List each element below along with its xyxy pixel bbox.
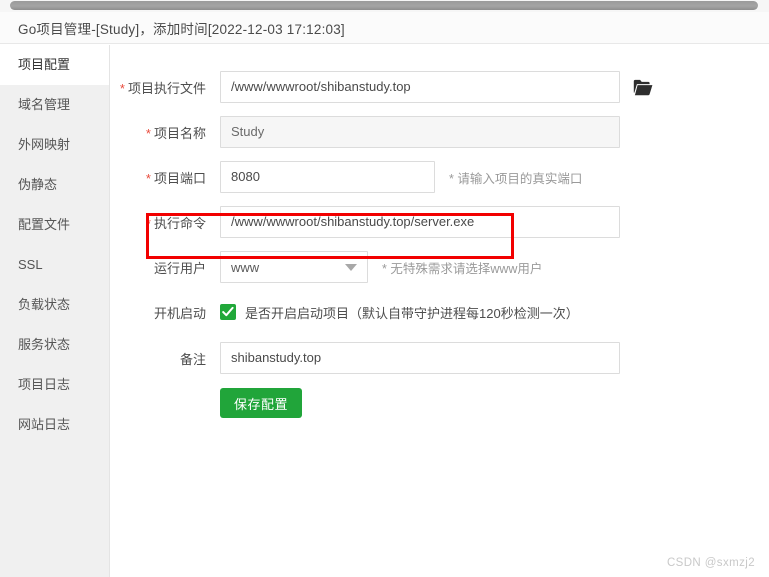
- project-name-input[interactable]: [220, 116, 620, 148]
- sidebar-item-pseudo-static[interactable]: 伪静态: [0, 165, 109, 205]
- sidebar-item-domain-manage[interactable]: 域名管理: [0, 85, 109, 125]
- label-exec-file: * 项目执行文件: [110, 78, 220, 97]
- form-row-project-port: *项目端口 * 请输入项目的真实端口: [110, 161, 769, 193]
- sidebar-item-service-status[interactable]: 服务状态: [0, 325, 109, 365]
- required-asterisk: *: [119, 80, 125, 96]
- remark-input[interactable]: [220, 342, 620, 374]
- label-project-name: * 项目名称: [110, 123, 220, 142]
- form-row-boot-start: 开机启动 是否开启启动项目（默认自带守护进程每120秒检测一次）: [110, 296, 769, 328]
- sidebar-item-ssl[interactable]: SSL: [0, 245, 109, 285]
- save-config-button[interactable]: 保存配置: [220, 388, 303, 418]
- label-remark: 备注: [110, 349, 220, 368]
- folder-icon[interactable]: [632, 76, 654, 98]
- boot-start-checkbox-label: 是否开启启动项目（默认自带守护进程每120秒检测一次）: [245, 305, 579, 321]
- sidebar-item-project-log[interactable]: 项目日志: [0, 365, 109, 405]
- sidebar-nav: 项目配置 域名管理 外网映射 伪静态 配置文件 SSL 负载状态 服务状态 项目…: [0, 45, 110, 577]
- scrollbar-thumb[interactable]: [10, 1, 758, 10]
- boot-start-checkbox[interactable]: [220, 304, 236, 320]
- sidebar-item-label: 项目日志: [18, 377, 71, 392]
- label-text: 项目名称: [153, 125, 206, 141]
- watermark: CSDN @sxmzj2: [666, 557, 755, 569]
- sidebar-item-project-config[interactable]: 项目配置: [0, 45, 109, 85]
- form-row-remark: 备注: [110, 342, 769, 374]
- sidebar-item-label: 域名管理: [18, 97, 71, 112]
- label-project-port: * 项目端口: [110, 168, 220, 187]
- sidebar-item-label: 负载状态: [18, 297, 71, 312]
- project-config-form: *项目执行文件 *项目名称 *项: [110, 45, 769, 577]
- sidebar-item-label: 服务状态: [18, 337, 71, 352]
- form-row-save: 保存配置: [110, 387, 769, 419]
- window-title: Go项目管理-[Study]，添加时间[2022-12-03 17:12:03]: [18, 21, 345, 37]
- form-row-exec-command: * 执行命令: [110, 206, 769, 238]
- sidebar-item-website-log[interactable]: 网站日志: [0, 405, 109, 445]
- sidebar-item-label: 外网映射: [18, 137, 71, 152]
- required-asterisk: *: [145, 215, 151, 231]
- label-exec-command: * 执行命令: [110, 213, 220, 232]
- app-window: Go项目管理-[Study]，添加时间[2022-12-03 17:12:03]…: [0, 0, 769, 577]
- form-row-project-name: * 项目名称: [110, 116, 769, 148]
- form-row-run-user: 运行用户 www root * 无特殊需求请选择www用户: [110, 251, 769, 283]
- sidebar-item-label: 网站日志: [18, 417, 71, 432]
- label-text: 执行命令: [153, 215, 206, 231]
- label-text: 开机启动: [153, 305, 206, 321]
- required-asterisk: *: [145, 125, 151, 141]
- sidebar-item-label: SSL: [18, 257, 43, 272]
- required-asterisk: *: [145, 170, 151, 186]
- sidebar-item-load-status[interactable]: 负载状态: [0, 285, 109, 325]
- project-port-hint: * 请输入项目的真实端口: [449, 171, 583, 186]
- label-text: 项目端口: [153, 170, 206, 186]
- run-user-select-wrap[interactable]: www root: [220, 251, 368, 283]
- sidebar-item-external-mapping[interactable]: 外网映射: [0, 125, 109, 165]
- page-body: 项目配置 域名管理 外网映射 伪静态 配置文件 SSL 负载状态 服务状态 项目…: [0, 45, 769, 577]
- label-run-user: 运行用户: [110, 258, 220, 277]
- sidebar-item-config-file[interactable]: 配置文件: [0, 205, 109, 245]
- label-boot-start: 开机启动: [110, 303, 220, 322]
- label-text: 项目执行文件: [127, 80, 206, 96]
- exec-command-input[interactable]: [220, 206, 620, 238]
- label-text: 备注: [179, 351, 206, 367]
- exec-file-input[interactable]: [220, 71, 620, 103]
- sidebar-item-label: 配置文件: [18, 217, 71, 232]
- project-port-input[interactable]: [220, 161, 435, 193]
- run-user-hint: * 无特殊需求请选择www用户: [382, 261, 543, 276]
- label-text: 运行用户: [153, 260, 206, 276]
- form-row-exec-file: * 项目执行文件: [110, 71, 769, 103]
- sidebar-item-label: 伪静态: [18, 177, 58, 192]
- horizontal-scrollbar[interactable]: [0, 0, 769, 12]
- sidebar-item-label: 项目配置: [18, 57, 71, 72]
- window-titlebar: Go项目管理-[Study]，添加时间[2022-12-03 17:12:03]: [0, 12, 769, 44]
- run-user-select[interactable]: www root: [220, 251, 368, 283]
